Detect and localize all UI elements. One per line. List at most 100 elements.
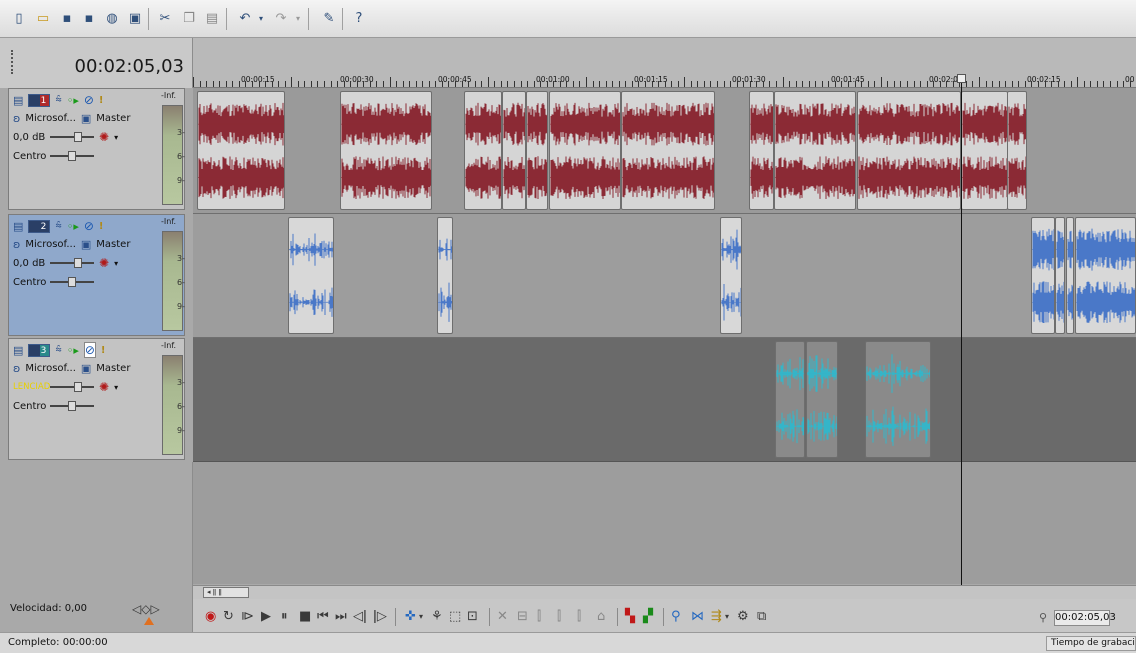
fx-dropdown-icon[interactable]: ▾ [114, 133, 118, 142]
volume-slider-knob[interactable] [74, 382, 82, 392]
edit-tool-dropdown-icon[interactable]: ▾ [419, 612, 423, 621]
track-lane-3[interactable] [193, 338, 1136, 462]
loop-playback-icon[interactable]: ↻ [223, 609, 234, 624]
track-output-bus[interactable]: Master [96, 363, 130, 374]
track-header-3[interactable]: ▤ 3 ⩯ ◦▸ ⊘ ! ʚ Microsof... ▣ Master LENC… [8, 338, 185, 460]
go-to-end-icon[interactable]: ⏭ [335, 609, 347, 624]
track-output-bus[interactable]: Master [96, 239, 130, 250]
scrollbar-thumb[interactable]: ◂ ǁ ǁ [203, 587, 249, 598]
volume-slider[interactable] [50, 258, 94, 268]
audio-event-clip[interactable] [1075, 217, 1136, 334]
play-icon[interactable]: ▶ [261, 609, 271, 624]
pause-icon[interactable]: ⏸ [281, 609, 288, 624]
audio-event-clip[interactable] [197, 91, 285, 210]
pan-slider[interactable] [50, 151, 94, 161]
volume-slider-knob[interactable] [74, 132, 82, 142]
track-input-name[interactable]: Microsof... [25, 363, 76, 374]
zoom-tool-icon[interactable]: ⊡ [467, 609, 478, 624]
audio-event-clip[interactable] [340, 91, 432, 210]
render-icon[interactable]: ◍ [103, 9, 121, 27]
split-icon[interactable]: ⫿ [577, 609, 581, 624]
audio-event-clip[interactable] [806, 341, 838, 458]
undo-dropdown-icon[interactable]: ▾ [252, 9, 270, 27]
audio-event-clip[interactable] [961, 91, 1008, 210]
track-input-name[interactable]: Microsof... [25, 239, 76, 250]
properties-icon[interactable]: ▣ [126, 9, 144, 27]
insert-marker-icon[interactable]: ▚ [625, 609, 635, 624]
audio-event-clip[interactable] [1066, 217, 1074, 334]
trim-start-icon[interactable]: ⫿ [537, 609, 541, 624]
solo-icon[interactable]: ! [99, 221, 104, 232]
solo-icon[interactable]: ! [99, 95, 104, 106]
track-minimize-icon[interactable]: ▤ [13, 94, 23, 107]
lock-envelopes-icon[interactable]: ⚙ [737, 609, 749, 624]
mute-icon[interactable]: ⊘ [84, 219, 94, 233]
automation-icon[interactable]: ⩯ [55, 219, 61, 233]
audio-event-clip[interactable] [720, 217, 742, 334]
track-lane-2[interactable] [193, 214, 1136, 338]
audio-event-clip[interactable] [502, 91, 526, 210]
horizontal-scrollbar[interactable]: ◂ ǁ ǁ [193, 585, 1136, 599]
track-lane-1[interactable] [193, 88, 1136, 214]
audio-event-clip[interactable] [749, 91, 774, 210]
track-minimize-icon[interactable]: ▤ [13, 220, 23, 233]
cut-icon[interactable]: ✂ [156, 9, 174, 27]
volume-slider[interactable] [50, 382, 94, 392]
playhead-cursor[interactable] [961, 78, 962, 585]
track-input-name[interactable]: Microsof... [25, 113, 76, 124]
audio-event-clip[interactable] [288, 217, 334, 334]
auto-ripple-icon[interactable]: ⇶ [711, 609, 722, 624]
previous-frame-icon[interactable]: ◁ǀ [353, 609, 367, 624]
selection-time-box[interactable]: 00:02:05,03 [1054, 610, 1116, 626]
ignore-grouping-icon[interactable]: ⧉ [757, 609, 766, 624]
audio-event-clip[interactable] [1055, 217, 1065, 334]
trim-icon[interactable]: ⊟ [517, 609, 528, 624]
redo-icon[interactable]: ↷ [272, 9, 290, 27]
track-fx-icon[interactable]: ✺ [99, 130, 109, 144]
audio-event-clip[interactable] [1031, 217, 1055, 334]
pan-slider-knob[interactable] [68, 401, 76, 411]
audio-event-clip[interactable] [549, 91, 621, 210]
track-output-bus[interactable]: Master [96, 113, 130, 124]
delete-icon[interactable]: ✕ [497, 609, 508, 624]
open-icon[interactable]: ▭ [34, 9, 52, 27]
trim-end-icon[interactable]: ⫿ [557, 609, 561, 624]
mute-icon[interactable]: ⊘ [84, 93, 94, 107]
volume-slider[interactable] [50, 132, 94, 142]
fx-dropdown-icon[interactable]: ▾ [114, 383, 118, 392]
insert-region-icon[interactable]: ▞ [643, 609, 653, 624]
audio-event-clip[interactable] [1007, 91, 1027, 210]
audio-event-clip[interactable] [774, 91, 856, 210]
paste-icon[interactable]: ▤ [203, 9, 221, 27]
pan-slider-knob[interactable] [68, 151, 76, 161]
audio-event-clip[interactable] [865, 341, 931, 458]
normal-edit-tool-icon[interactable]: ✎ [320, 9, 338, 27]
audio-event-clip[interactable] [437, 217, 453, 334]
fx-dropdown-icon[interactable]: ▾ [114, 259, 118, 268]
time-ruler[interactable]: 00:00:15 00:00:30 00:00:45 00:01:00 00:0… [193, 38, 1136, 88]
mute-icon[interactable]: ⊘ [83, 342, 96, 358]
track-fx-icon[interactable]: ✺ [99, 256, 109, 270]
next-frame-icon[interactable]: ǀ▷ [373, 609, 387, 624]
automation-icon[interactable]: ⩯ [55, 93, 61, 107]
new-file-icon[interactable]: ▯ [10, 9, 28, 27]
volume-slider-knob[interactable] [74, 258, 82, 268]
solo-icon[interactable]: ! [101, 345, 106, 356]
lock-icon[interactable]: ⌂ [597, 609, 605, 624]
ripple-dropdown-icon[interactable]: ▾ [725, 612, 729, 621]
pan-slider-knob[interactable] [68, 277, 76, 287]
envelope-tool-icon[interactable]: ⚘ [431, 609, 443, 624]
save-as-icon[interactable]: ▪ [80, 9, 98, 27]
audio-event-clip[interactable] [857, 91, 961, 210]
arm-record-icon[interactable]: ◦▸ [67, 94, 79, 107]
audio-event-clip[interactable] [526, 91, 548, 210]
arm-record-icon[interactable]: ◦▸ [67, 344, 79, 357]
help-icon[interactable]: ? [350, 9, 368, 27]
save-icon[interactable]: ▪ [58, 9, 76, 27]
panel-grip[interactable] [11, 50, 14, 74]
track-minimize-icon[interactable]: ▤ [13, 344, 23, 357]
pan-slider[interactable] [50, 277, 94, 287]
auto-crossfade-icon[interactable]: ⋈ [691, 609, 704, 624]
redo-dropdown-icon[interactable]: ▾ [289, 9, 307, 27]
audio-event-clip[interactable] [775, 341, 805, 458]
